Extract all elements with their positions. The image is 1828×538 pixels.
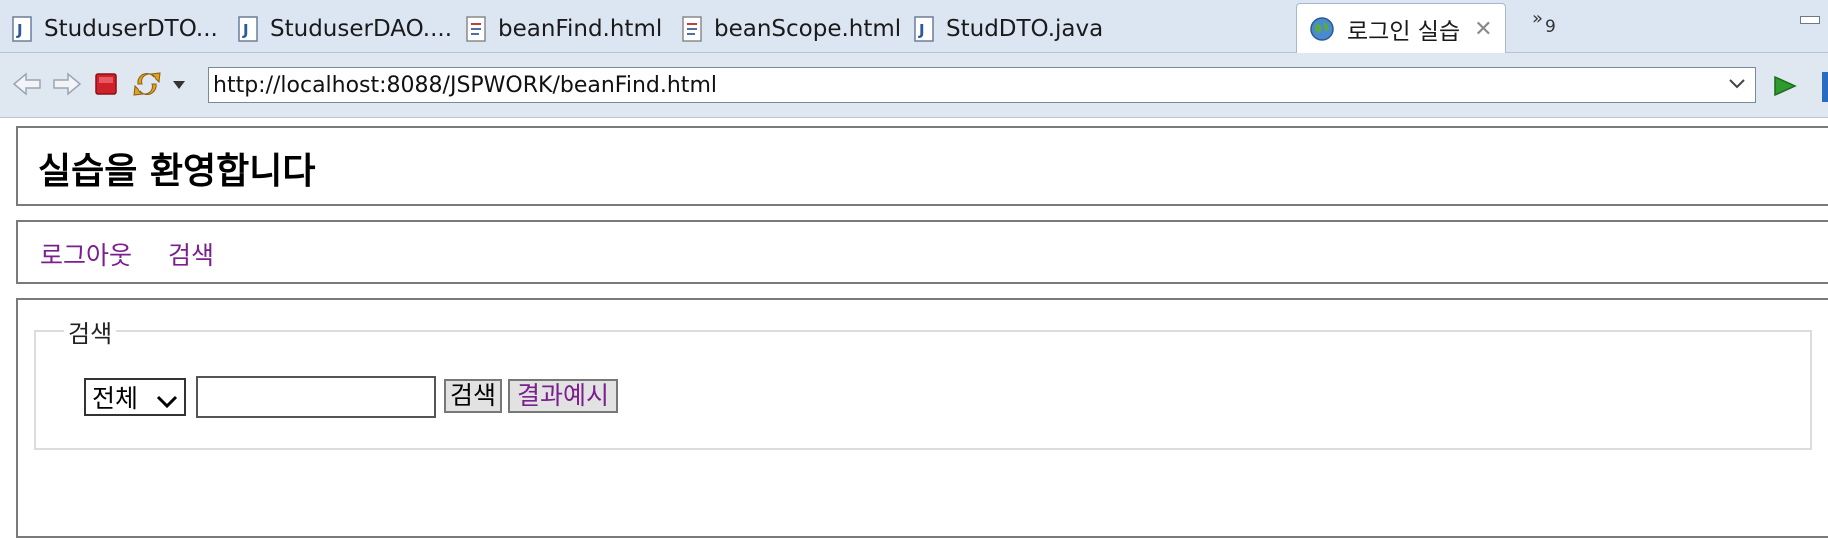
- web-page: 실습을 환영합니다 로그아웃 검색 검색 전체 검색 결과예시: [0, 118, 1828, 538]
- html-file-icon: [466, 16, 486, 42]
- tab-label: beanFind.html: [498, 16, 663, 42]
- page-title: 실습을 환영합니다: [38, 151, 316, 192]
- svg-text:J: J: [16, 21, 23, 39]
- search-fieldset: 검색 전체 검색 결과예시: [34, 314, 1812, 450]
- search-category-select[interactable]: 전체: [84, 378, 186, 416]
- tab-overflow-count: 9: [1545, 17, 1556, 37]
- html-file-icon: [682, 16, 702, 42]
- nav-box: 로그아웃 검색: [16, 220, 1828, 284]
- tab-studdto-java[interactable]: J StudDTO.java: [914, 6, 1103, 52]
- tab-beanscope-html[interactable]: beanScope.html: [682, 6, 901, 52]
- stop-icon[interactable]: [94, 72, 118, 96]
- back-arrow-icon[interactable]: [12, 72, 42, 96]
- browser-toolbar: [0, 53, 1828, 118]
- editor-tab-bar: J StuduserDTO... J StuduserDAO.... beanF…: [0, 0, 1828, 54]
- java-file-icon: J: [238, 16, 258, 42]
- java-file-icon: J: [12, 16, 32, 42]
- tab-studuser-dto[interactable]: J StuduserDTO...: [12, 6, 218, 52]
- tab-label: StuduserDTO...: [44, 16, 218, 42]
- tab-label: beanScope.html: [714, 16, 902, 42]
- close-icon[interactable]: ✕: [1474, 17, 1492, 42]
- url-input[interactable]: [208, 67, 1756, 103]
- content-box: 검색 전체 검색 결과예시: [16, 298, 1828, 538]
- chevron-down-icon[interactable]: [1728, 75, 1746, 94]
- logout-link[interactable]: 로그아웃: [40, 236, 132, 272]
- search-legend: 검색: [64, 314, 117, 349]
- forward-arrow-icon[interactable]: [52, 72, 82, 96]
- search-button[interactable]: 검색: [444, 379, 502, 413]
- globe-icon: [1309, 16, 1335, 42]
- header-box: 실습을 환영합니다: [16, 126, 1828, 206]
- java-file-icon: J: [914, 16, 934, 42]
- history-dropdown-icon[interactable]: [172, 80, 186, 90]
- chevron-down-icon: [155, 388, 179, 417]
- tab-studuser-dao[interactable]: J StuduserDAO....: [238, 6, 452, 52]
- result-example-button[interactable]: 결과예시: [508, 379, 618, 413]
- tab-login-practice[interactable]: 로그인 실습 ✕: [1296, 3, 1506, 54]
- search-link[interactable]: 검색: [168, 236, 214, 272]
- svg-text:J: J: [918, 21, 925, 39]
- tab-label: StudDTO.java: [946, 16, 1104, 42]
- tab-beanfind-html[interactable]: beanFind.html: [466, 6, 662, 52]
- refresh-icon[interactable]: [132, 68, 162, 100]
- svg-text:J: J: [242, 21, 249, 39]
- tab-label: 로그인 실습: [1347, 19, 1461, 45]
- minimize-icon[interactable]: [1800, 16, 1820, 24]
- select-value: 전체: [92, 384, 139, 413]
- tab-label: StuduserDAO....: [270, 16, 453, 42]
- search-input[interactable]: [196, 376, 436, 418]
- chevron-double-right-icon: »: [1532, 8, 1544, 29]
- toolbar-edge-button[interactable]: [1822, 72, 1828, 102]
- tab-overflow-button[interactable]: » 9: [1532, 8, 1556, 37]
- go-arrow-icon[interactable]: [1772, 75, 1798, 101]
